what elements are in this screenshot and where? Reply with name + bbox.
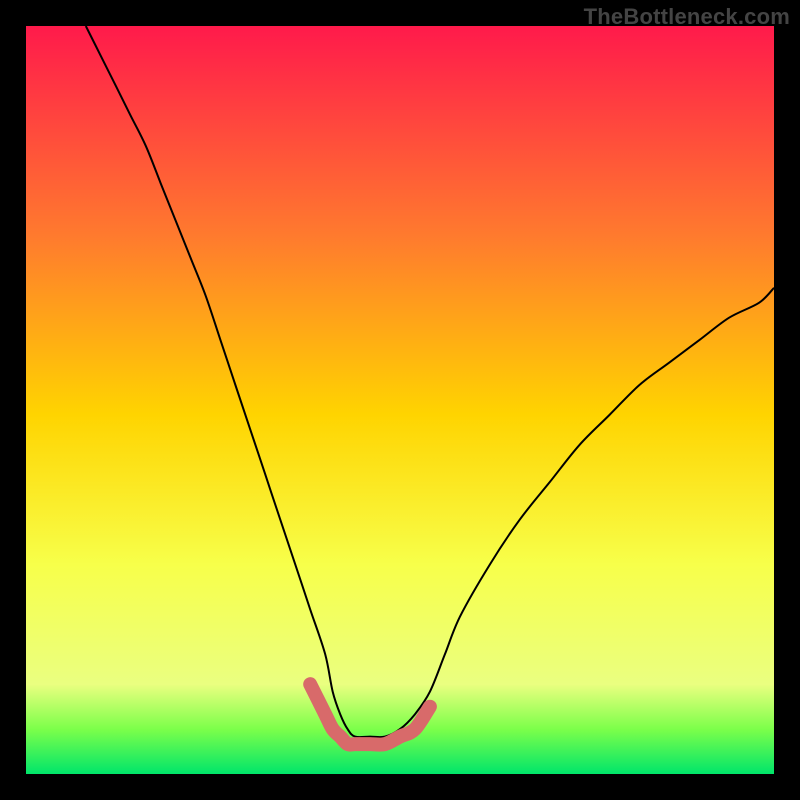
gradient-background xyxy=(26,26,774,774)
chart-canvas xyxy=(0,0,800,800)
chart-frame: TheBottleneck.com xyxy=(0,0,800,800)
watermark-text: TheBottleneck.com xyxy=(584,4,790,30)
plot-area xyxy=(26,26,774,774)
